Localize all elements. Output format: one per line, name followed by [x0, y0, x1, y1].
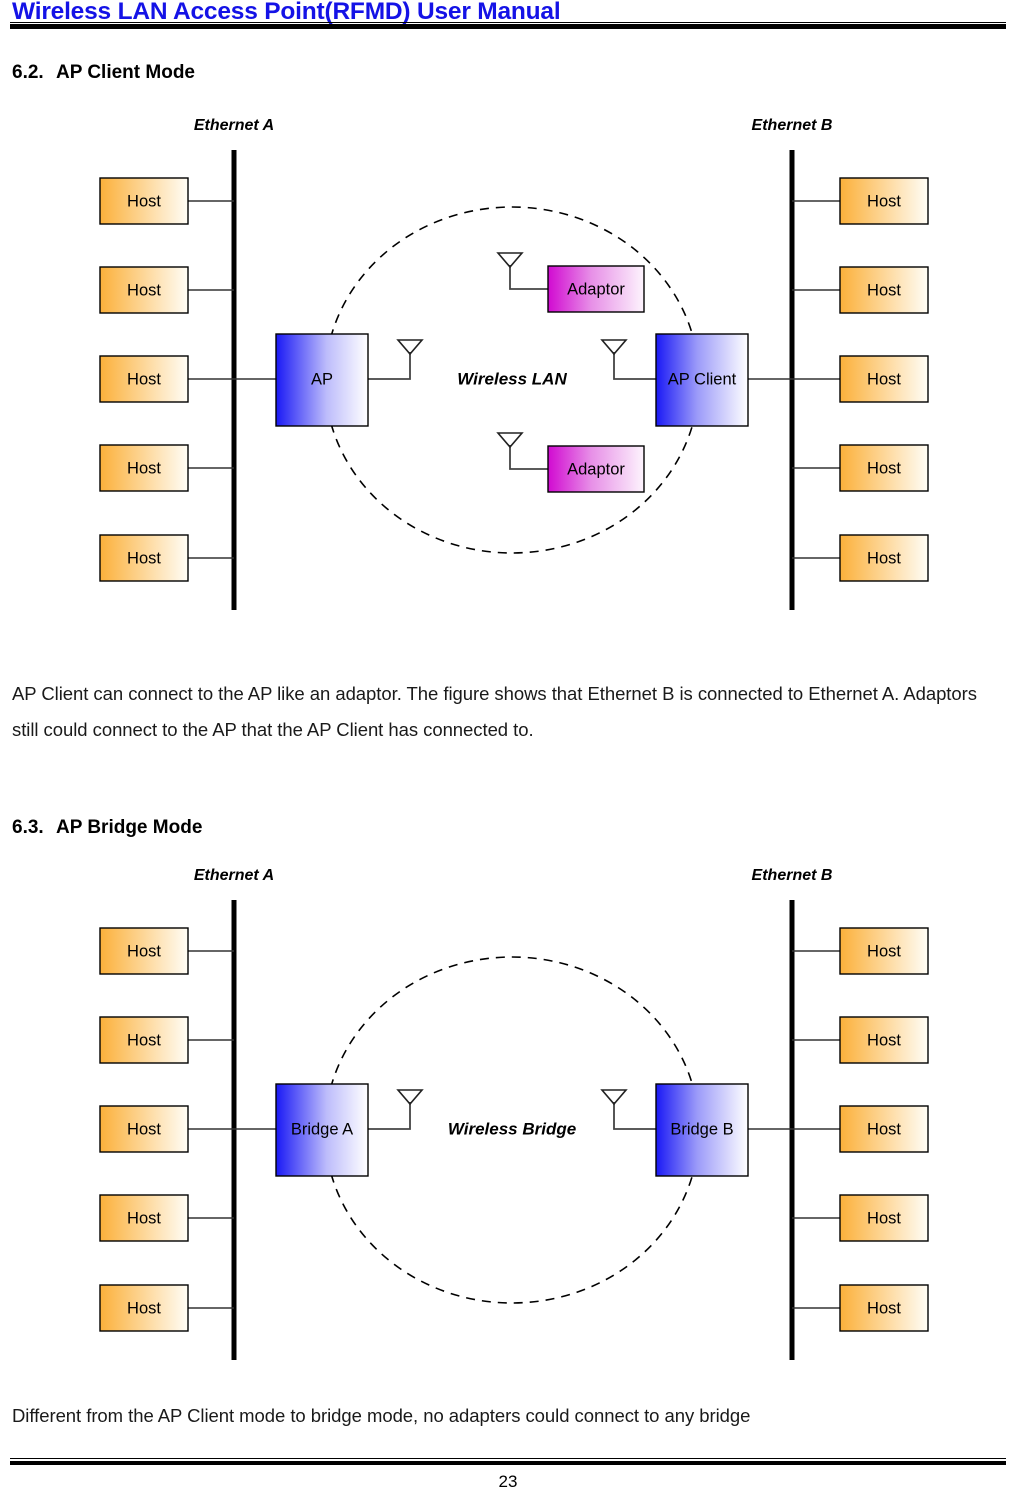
ap-client-node: AP Client: [655, 333, 749, 427]
host-node: Host: [839, 1016, 929, 1064]
header-rule-thin: [10, 22, 1006, 23]
figure-ap-client-mode: Ethernet A Ethernet B Wireless LAN Host …: [0, 108, 1016, 628]
heading-number-6-2: 6.2.: [12, 62, 44, 83]
bridge-b-node: Bridge B: [655, 1083, 749, 1177]
document-header: Wireless LAN Access Point(RFMD) User Man…: [0, 0, 1016, 34]
bus-label-ethernet-b: Ethernet B: [752, 867, 833, 884]
host-label: Host: [127, 549, 161, 567]
document-footer: 23: [0, 1458, 1016, 1510]
host-label: Host: [127, 1120, 161, 1138]
bus-label-ethernet-b: Ethernet B: [752, 117, 833, 134]
paragraph-ap-client-mode: AP Client can connect to the AP like an …: [12, 683, 977, 740]
host-label: Host: [867, 1209, 901, 1227]
ap-label: AP: [311, 370, 333, 388]
heading-section-6-3: 6.3. AP Bridge Mode: [12, 817, 202, 839]
host-label: Host: [127, 1031, 161, 1049]
antenna-icon: [496, 252, 548, 290]
antenna-icon: [600, 339, 656, 380]
host-node: Host: [99, 177, 189, 225]
host-node: Host: [839, 534, 929, 582]
host-label: Host: [867, 1031, 901, 1049]
host-label: Host: [867, 1120, 901, 1138]
host-node: Host: [839, 1105, 929, 1153]
host-label: Host: [867, 1299, 901, 1317]
host-node: Host: [99, 927, 189, 975]
ap-client-label: AP Client: [668, 370, 737, 388]
host-label: Host: [127, 192, 161, 210]
host-label: Host: [127, 942, 161, 960]
host-node: Host: [99, 1105, 189, 1153]
heading-title-6-3: AP Bridge Mode: [56, 817, 203, 838]
wireless-cloud-label: Wireless LAN: [457, 369, 567, 388]
adaptor-node: Adaptor: [547, 445, 645, 493]
bridge-a-label: Bridge A: [291, 1120, 353, 1138]
page-number: 23: [498, 1472, 518, 1491]
host-node: Host: [99, 1194, 189, 1242]
host-label: Host: [867, 192, 901, 210]
host-node: Host: [99, 1284, 189, 1332]
bus-label-ethernet-a: Ethernet A: [194, 867, 274, 884]
footer-rule-thin: [10, 1458, 1006, 1459]
host-label: Host: [867, 281, 901, 299]
host-label: Host: [127, 1299, 161, 1317]
figure-ap-bridge-mode: Ethernet A Ethernet B Wireless Bridge Ho…: [0, 858, 1016, 1378]
heading-section-6-2: 6.2. AP Client Mode: [12, 62, 195, 84]
host-node: Host: [839, 927, 929, 975]
antenna-icon: [496, 432, 548, 470]
footer-rule-thick: [10, 1461, 1006, 1465]
document-page: Wireless LAN Access Point(RFMD) User Man…: [0, 0, 1016, 1510]
antenna-icon: [368, 339, 424, 380]
host-label: Host: [867, 370, 901, 388]
host-label: Host: [867, 942, 901, 960]
heading-number-6-3: 6.3.: [12, 817, 44, 838]
host-node: Host: [839, 1194, 929, 1242]
host-node: Host: [839, 1284, 929, 1332]
bus-label-ethernet-a: Ethernet A: [194, 117, 274, 134]
adaptor-label: Adaptor: [567, 460, 625, 478]
host-node: Host: [99, 355, 189, 403]
host-label: Host: [127, 459, 161, 477]
antenna-icon: [368, 1089, 424, 1130]
host-label: Host: [867, 549, 901, 567]
bridge-b-label: Bridge B: [670, 1120, 733, 1138]
host-label: Host: [127, 281, 161, 299]
header-rule-thick: [10, 24, 1006, 29]
wireless-cloud-label: Wireless Bridge: [448, 1119, 576, 1138]
host-node: Host: [99, 534, 189, 582]
heading-title-6-2: AP Client Mode: [56, 62, 195, 83]
host-label: Host: [127, 1209, 161, 1227]
ap-node: AP: [275, 333, 369, 427]
host-label: Host: [867, 459, 901, 477]
host-node: Host: [839, 266, 929, 314]
host-node: Host: [839, 355, 929, 403]
host-node: Host: [99, 1016, 189, 1064]
host-node: Host: [99, 444, 189, 492]
host-node: Host: [839, 444, 929, 492]
host-node: Host: [839, 177, 929, 225]
host-node: Host: [99, 266, 189, 314]
bridge-a-node: Bridge A: [275, 1083, 369, 1177]
host-label: Host: [127, 370, 161, 388]
paragraph-ap-bridge-mode: Different from the AP Client mode to bri…: [12, 1405, 751, 1426]
antenna-icon: [600, 1089, 656, 1130]
adaptor-node: Adaptor: [547, 265, 645, 313]
adaptor-label: Adaptor: [567, 280, 625, 298]
